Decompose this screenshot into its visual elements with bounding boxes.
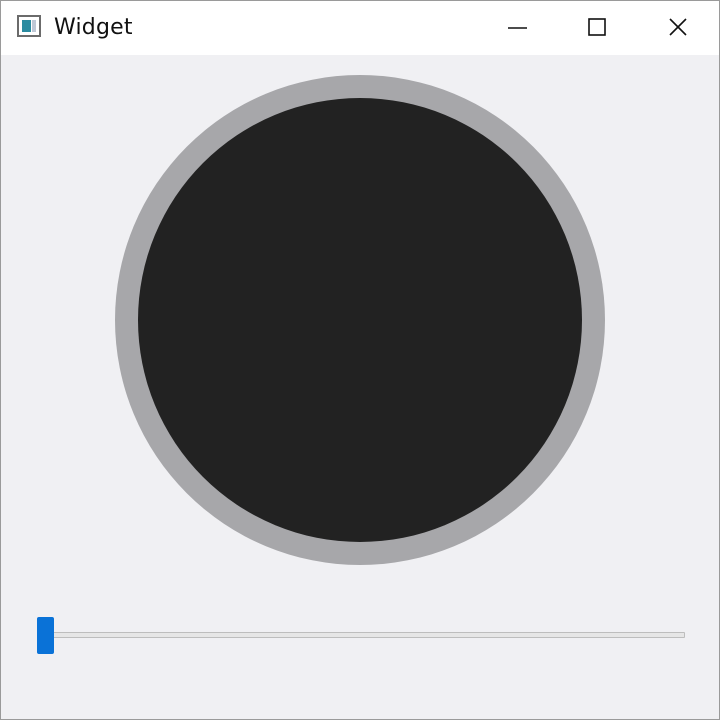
app-window-icon xyxy=(17,15,41,37)
slider-handle[interactable] xyxy=(37,617,54,654)
app-icon-pane-left xyxy=(22,20,31,32)
horizontal-slider[interactable] xyxy=(37,617,685,657)
maximize-button[interactable] xyxy=(557,1,637,55)
dial-widget xyxy=(115,75,605,565)
close-icon xyxy=(669,18,687,36)
minimize-button[interactable] xyxy=(477,1,557,55)
close-button[interactable] xyxy=(638,1,718,55)
minimize-icon xyxy=(508,27,527,29)
app-icon-pane-right xyxy=(32,20,36,32)
app-window: Widget xyxy=(0,0,720,720)
maximize-icon xyxy=(588,18,606,36)
slider-groove[interactable] xyxy=(37,632,685,638)
window-title: Widget xyxy=(54,15,133,40)
client-area xyxy=(1,55,719,719)
dial-inner-fill xyxy=(138,98,582,542)
title-bar[interactable]: Widget xyxy=(1,1,719,55)
